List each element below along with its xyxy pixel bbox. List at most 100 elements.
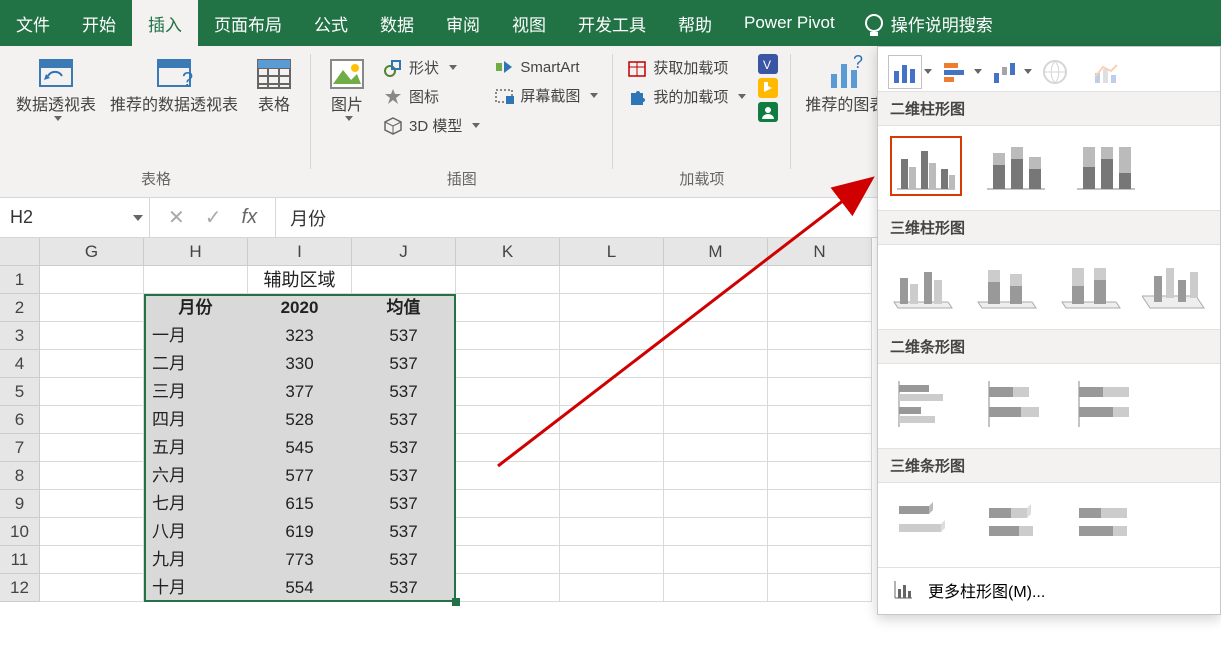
tab-file[interactable]: 文件 [0,0,66,46]
3d-models-button[interactable]: 3D 模型 [377,112,486,139]
cell[interactable] [664,294,768,322]
cell[interactable] [40,322,144,350]
column-header[interactable]: H [144,238,248,266]
cell[interactable]: 七月 [144,490,248,518]
cell[interactable] [40,378,144,406]
cell[interactable] [768,490,872,518]
cell[interactable]: 537 [352,378,456,406]
cell[interactable] [560,574,664,602]
cell[interactable] [560,490,664,518]
cell[interactable]: 377 [248,378,352,406]
cell[interactable]: 八月 [144,518,248,546]
fx-icon[interactable]: fx [242,206,258,229]
people-icon[interactable] [758,102,778,122]
cell[interactable]: 均值 [352,294,456,322]
cell[interactable]: 537 [352,490,456,518]
cell[interactable] [456,406,560,434]
cell[interactable] [456,574,560,602]
cell[interactable] [456,462,560,490]
cell[interactable]: 六月 [144,462,248,490]
cell[interactable] [768,266,872,294]
cell[interactable]: 554 [248,574,352,602]
cell[interactable] [768,350,872,378]
cell[interactable] [560,350,664,378]
cell[interactable] [664,322,768,350]
stacked-column-2d[interactable] [980,136,1052,196]
stacked100-bar-3d[interactable] [1070,493,1142,553]
cell[interactable]: 九月 [144,546,248,574]
tab-insert[interactable]: 插入 [132,0,198,46]
bing-icon[interactable] [758,78,778,98]
cell[interactable] [40,294,144,322]
cell[interactable] [456,322,560,350]
smartart-button[interactable]: SmartArt [488,54,604,80]
row-header[interactable]: 11 [0,546,40,574]
pivot-table-button[interactable]: 数据透视表 [10,50,102,125]
cell[interactable]: 辅助区域 [248,266,352,294]
column-3d[interactable] [1142,255,1208,315]
cell[interactable] [560,462,664,490]
row-header[interactable]: 4 [0,350,40,378]
column-header[interactable]: K [456,238,560,266]
my-addins-button[interactable]: 我的加载项 [621,83,752,110]
table-button[interactable]: 表格 [246,50,302,120]
tab-page-layout[interactable]: 页面布局 [198,0,298,46]
cell[interactable] [456,518,560,546]
cell[interactable] [456,434,560,462]
cell[interactable] [456,350,560,378]
cell[interactable] [664,546,768,574]
cell[interactable] [40,490,144,518]
tab-power-pivot[interactable]: Power Pivot [728,0,851,46]
cell[interactable]: 537 [352,434,456,462]
cell[interactable] [560,266,664,294]
cell[interactable] [768,406,872,434]
waterfall-type-button[interactable] [988,55,1022,89]
tab-formulas[interactable]: 公式 [298,0,364,46]
tab-developer[interactable]: 开发工具 [562,0,662,46]
stacked-bar-2d[interactable] [980,374,1052,434]
row-header[interactable]: 1 [0,266,40,294]
row-header[interactable]: 10 [0,518,40,546]
cell[interactable] [40,350,144,378]
screenshot-button[interactable]: 屏幕截图 [488,82,604,109]
cell[interactable] [40,518,144,546]
cell[interactable] [664,406,768,434]
combo-type-button[interactable] [1088,55,1122,89]
stacked100-column-3d[interactable] [1058,255,1124,315]
cell[interactable]: 537 [352,546,456,574]
cell[interactable] [560,322,664,350]
cell[interactable]: 773 [248,546,352,574]
column-header[interactable]: N [768,238,872,266]
cell[interactable] [664,350,768,378]
select-all-corner[interactable] [0,238,40,266]
cell[interactable]: 十月 [144,574,248,602]
clustered-column-3d[interactable] [890,255,956,315]
enter-icon[interactable]: ✓ [205,205,222,230]
fill-handle[interactable] [452,598,460,606]
clustered-column-2d[interactable] [890,136,962,196]
name-box[interactable]: H2 [0,198,150,237]
column-header[interactable]: M [664,238,768,266]
cell[interactable]: 577 [248,462,352,490]
cell[interactable] [456,266,560,294]
row-header[interactable]: 3 [0,322,40,350]
tab-view[interactable]: 视图 [496,0,562,46]
cell[interactable] [352,266,456,294]
cell[interactable] [456,294,560,322]
cell[interactable]: 五月 [144,434,248,462]
cell[interactable] [560,518,664,546]
cell[interactable]: 528 [248,406,352,434]
bar-chart-type-button[interactable] [938,55,972,89]
shapes-button[interactable]: 形状 [377,54,486,81]
column-header[interactable]: I [248,238,352,266]
cell[interactable] [456,490,560,518]
cell[interactable] [768,434,872,462]
column-chart-type-button[interactable] [888,55,922,89]
tab-help[interactable]: 帮助 [662,0,728,46]
column-header[interactable]: L [560,238,664,266]
clustered-bar-2d[interactable] [890,374,962,434]
cell[interactable] [560,378,664,406]
recommended-pivot-button[interactable]: ? 推荐的数据透视表 [104,50,244,120]
column-header[interactable]: J [352,238,456,266]
tab-home[interactable]: 开始 [66,0,132,46]
